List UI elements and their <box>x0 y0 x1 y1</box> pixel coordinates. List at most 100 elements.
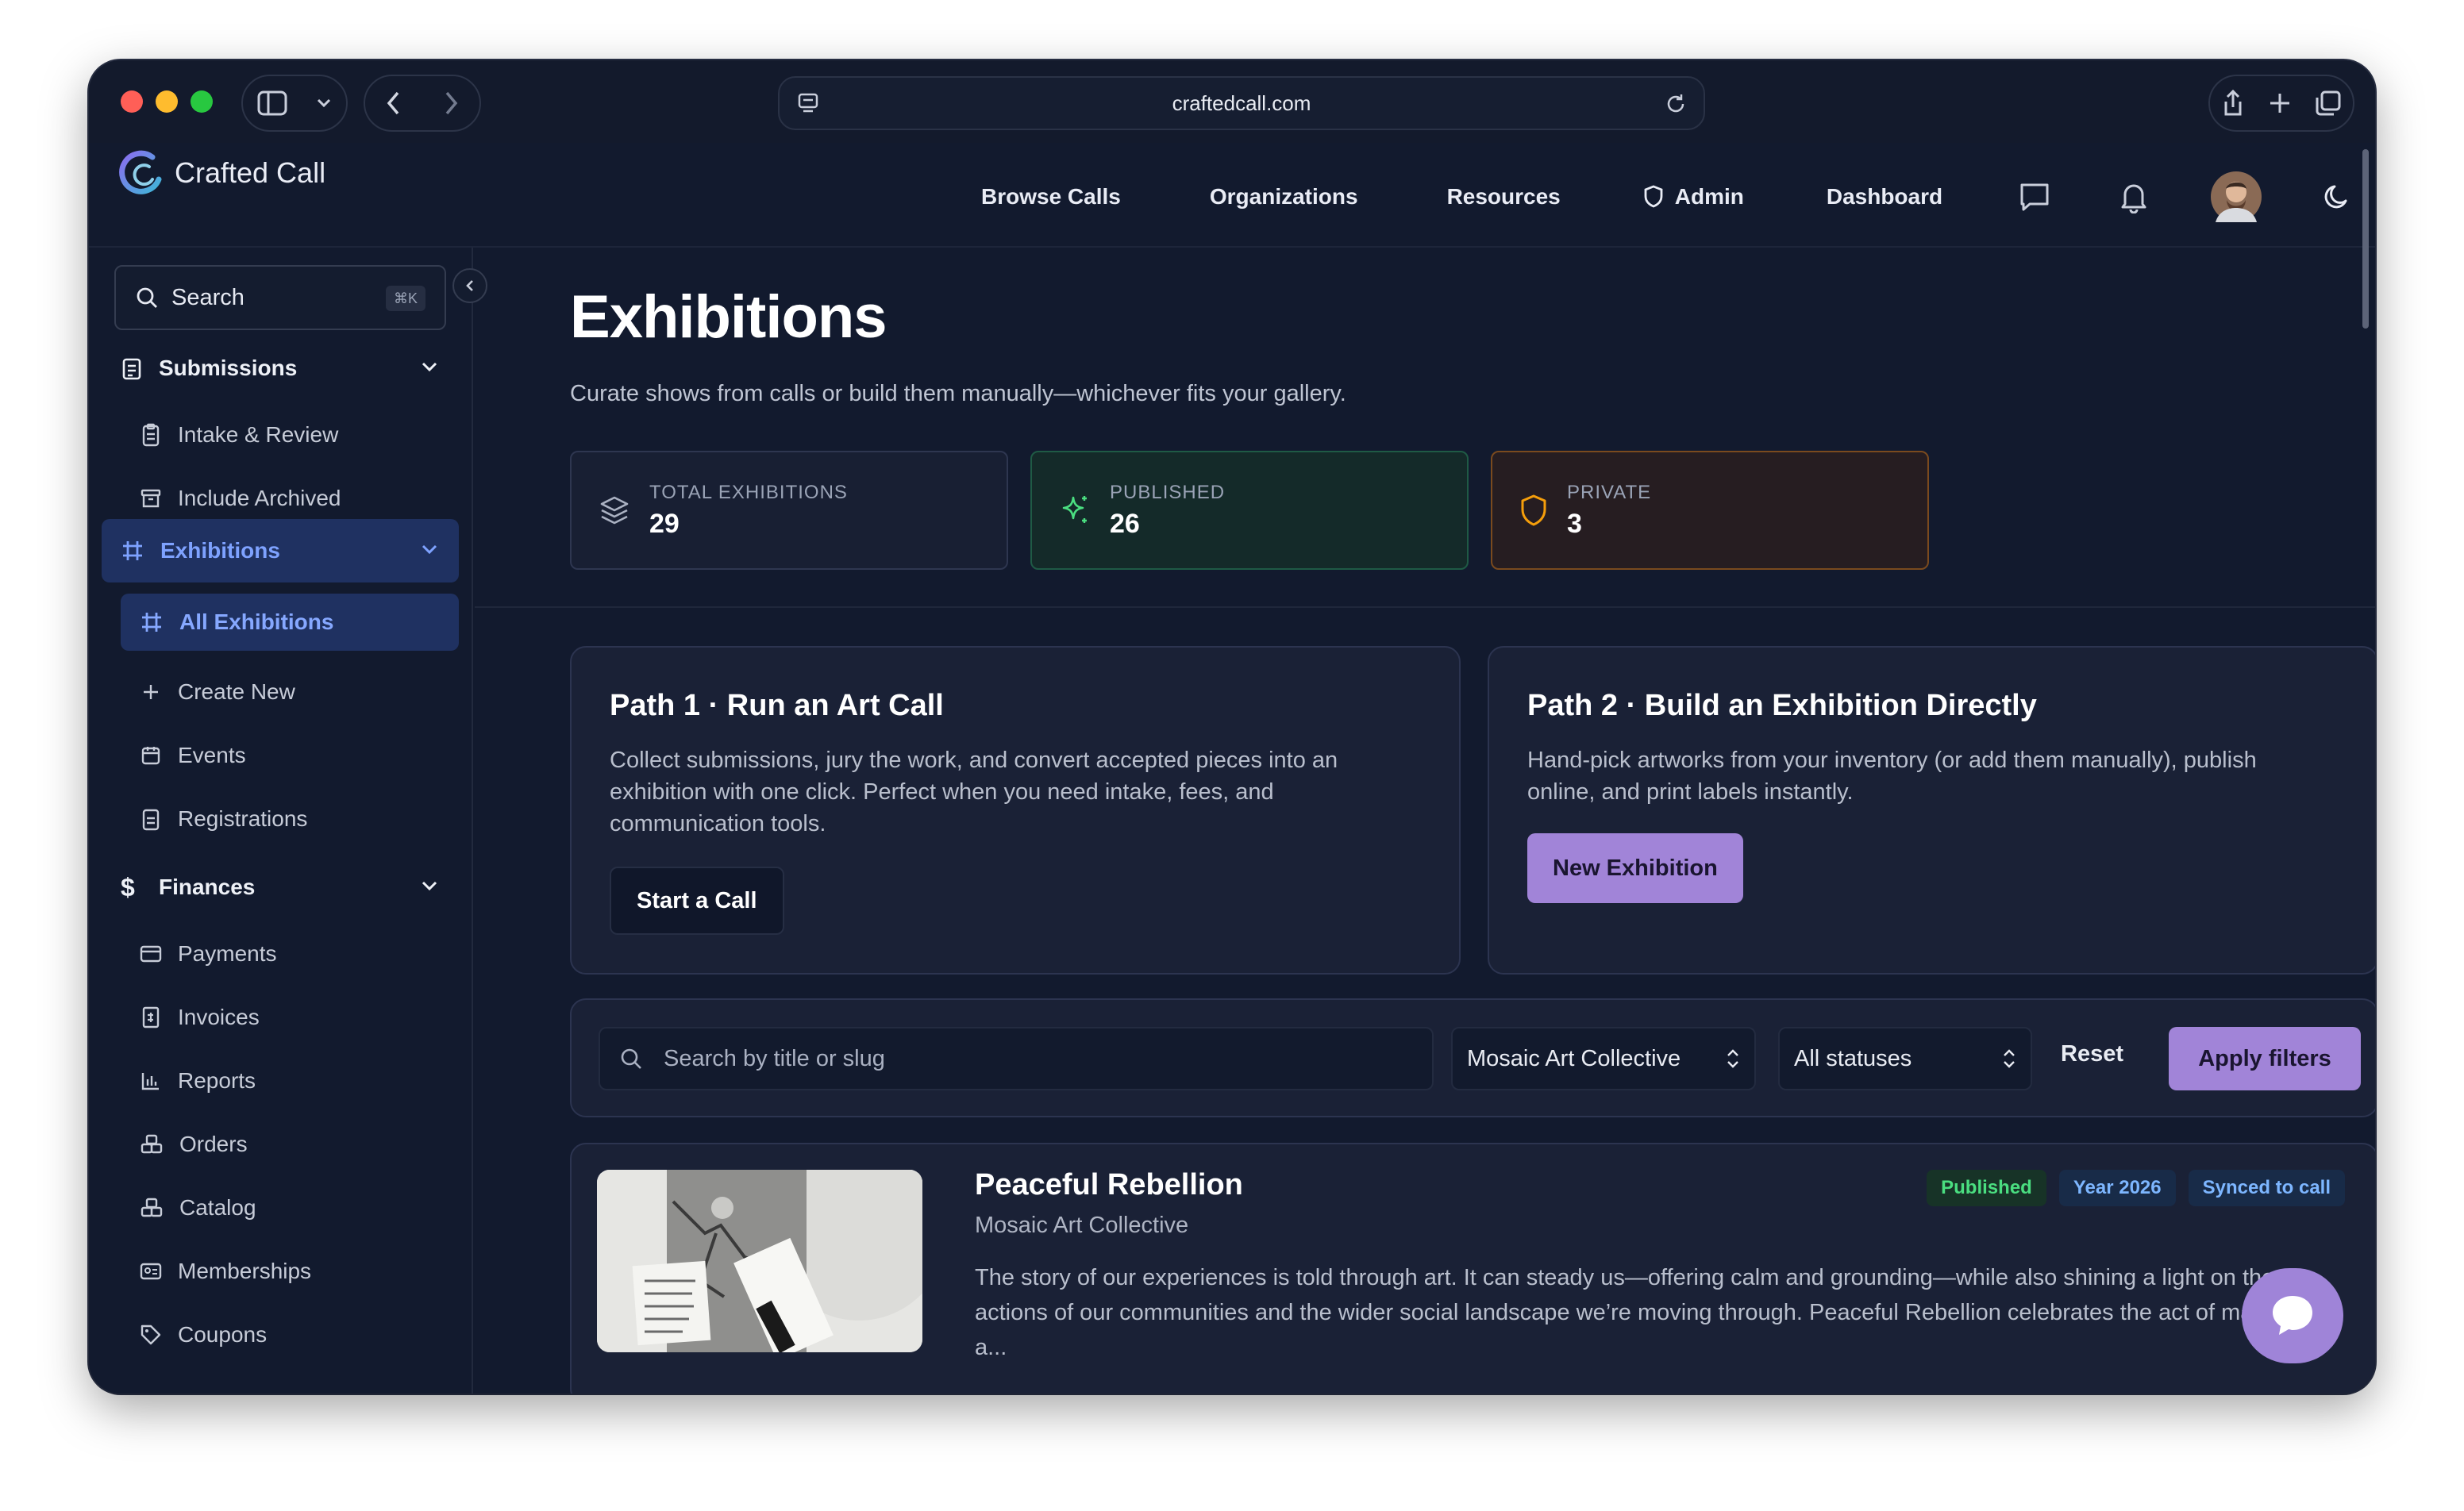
search-input[interactable]: Search by title or slug <box>599 1027 1434 1090</box>
sidebar-item-label: Coupons <box>178 1322 268 1347</box>
chevron-down-icon <box>422 362 437 372</box>
sidebar-group-label: Finances <box>159 875 256 899</box>
chevron-left-icon <box>466 280 473 291</box>
stat-label: PUBLISHED <box>1110 481 1226 503</box>
status-select[interactable]: All statuses <box>1778 1027 2032 1090</box>
nav-browse-calls[interactable]: Browse Calls <box>981 184 1121 210</box>
maximize-window-button[interactable] <box>191 90 213 113</box>
bar-chart-icon <box>141 1073 159 1090</box>
shield-icon <box>1521 494 1546 526</box>
chat-launcher-button[interactable] <box>2242 1268 2343 1363</box>
sidebar-item-label: Registrations <box>178 806 308 831</box>
chat-bubble-icon <box>2273 1296 2312 1335</box>
search-placeholder: Search by title or slug <box>664 1045 885 1071</box>
nav-admin[interactable]: Admin <box>1643 184 1744 210</box>
sidebar-item-catalog[interactable]: Catalog <box>121 1184 256 1232</box>
close-window-button[interactable] <box>121 90 143 113</box>
page-scrollbar[interactable] <box>2362 149 2369 329</box>
select-arrows-icon <box>2004 1049 2015 1068</box>
sidebar-item-registrations[interactable]: Registrations <box>121 795 307 843</box>
page-title: Exhibitions <box>570 283 887 351</box>
exhibition-thumbnail[interactable] <box>597 1170 922 1352</box>
apply-filters-button[interactable]: Apply filters <box>2169 1027 2361 1090</box>
dark-mode-toggle-icon[interactable] <box>2322 182 2352 212</box>
forward-icon[interactable] <box>443 90 459 116</box>
address-bar[interactable]: craftedcall.com <box>778 76 1705 130</box>
new-exhibition-button[interactable]: New Exhibition <box>1527 833 1743 903</box>
sidebar-item-reports[interactable]: Reports <box>121 1057 256 1105</box>
search-icon <box>621 1048 641 1069</box>
back-icon[interactable] <box>386 90 402 116</box>
sidebar-group-label: Exhibitions <box>160 538 280 563</box>
sidebar-item-label: All Exhibitions <box>179 609 334 634</box>
sidebar-item-invoices[interactable]: Invoices <box>121 994 260 1041</box>
select-arrows-icon <box>1727 1049 1738 1068</box>
new-tab-icon[interactable] <box>2268 91 2292 115</box>
sidebar-item-create-new[interactable]: Create New <box>121 668 295 716</box>
sidebar-item-memberships[interactable]: Memberships <box>121 1248 311 1295</box>
exhibition-organization: Mosaic Art Collective <box>975 1213 1189 1238</box>
sidebar-item-include-archived[interactable]: Include Archived <box>121 475 341 522</box>
reload-icon[interactable] <box>1664 92 1688 121</box>
stat-private: PRIVATE 3 <box>1491 451 1929 570</box>
layers-icon <box>600 496 629 525</box>
id-card-icon <box>140 1263 162 1280</box>
exhibition-list-item[interactable]: Peaceful Rebellion Mosaic Art Collective… <box>570 1143 2375 1394</box>
browser-window: craftedcall.com Crafted Call Browse Call… <box>89 60 2375 1394</box>
nav-dashboard[interactable]: Dashboard <box>1827 184 1942 210</box>
sidebar: Search ⌘K Submissions Intake & Review In… <box>89 248 473 1394</box>
status-badge: Published <box>1927 1170 2046 1206</box>
filters-bar: Search by title or slug Mosaic Art Colle… <box>570 998 2375 1117</box>
sidebar-group-submissions[interactable]: Submissions <box>102 344 459 392</box>
sidebar-toggle-button[interactable] <box>241 75 348 132</box>
sidebar-item-all-exhibitions[interactable]: All Exhibitions <box>121 594 459 651</box>
search-icon <box>137 287 157 308</box>
reset-filters-button[interactable]: Reset <box>2061 1041 2123 1067</box>
sidebar-item-events[interactable]: Events <box>121 732 246 779</box>
stat-value: 29 <box>649 508 680 539</box>
plus-icon <box>144 685 158 699</box>
path-card-text: Collect submissions, jury the work, and … <box>610 748 1338 836</box>
sidebar-item-coupons[interactable]: Coupons <box>121 1311 267 1359</box>
start-call-button[interactable]: Start a Call <box>610 867 784 935</box>
stat-label: TOTAL EXHIBITIONS <box>649 481 848 503</box>
path-card-text: Hand-pick artworks from your inventory (… <box>1527 748 2257 805</box>
minimize-window-button[interactable] <box>156 90 178 113</box>
path-card-title: Path 1 · Run an Art Call <box>610 689 944 722</box>
collapse-sidebar-button[interactable] <box>452 268 487 303</box>
nav-organizations[interactable]: Organizations <box>1210 184 1358 210</box>
sidebar-item-intake-review[interactable]: Intake & Review <box>121 411 338 459</box>
page-subtitle: Curate shows from calls or build them ma… <box>570 381 1346 406</box>
brand-logo[interactable]: Crafted Call <box>117 148 325 198</box>
sparkles-icon <box>1062 496 1087 523</box>
share-icon[interactable] <box>2221 89 2245 117</box>
sidebar-item-payments[interactable]: Payments <box>121 930 277 978</box>
path-card-title: Path 2 · Build an Exhibition Directly <box>1527 689 2037 722</box>
browser-toolbar: craftedcall.com <box>89 60 2375 143</box>
exhibition-title[interactable]: Peaceful Rebellion <box>975 1168 1243 1202</box>
organization-select[interactable]: Mosaic Art Collective <box>1451 1027 1756 1090</box>
organization-select-value: Mosaic Art Collective <box>1467 1045 1681 1071</box>
main-nav: Browse Calls Organizations Resources Adm… <box>981 171 2352 222</box>
window-controls <box>121 90 213 113</box>
chevron-down-icon <box>317 98 331 108</box>
sidebar-group-finances[interactable]: $ Finances <box>102 863 459 911</box>
stat-total-exhibitions: TOTAL EXHIBITIONS 29 <box>570 451 1008 570</box>
shield-icon <box>1644 185 1663 208</box>
credit-card-icon <box>140 945 162 963</box>
crafted-call-logo-icon <box>119 150 162 194</box>
sidebar-group-exhibitions[interactable]: Exhibitions <box>102 519 459 582</box>
sidebar-item-orders[interactable]: Orders <box>121 1121 248 1168</box>
clipboard-icon <box>122 358 141 380</box>
messages-icon[interactable] <box>2019 182 2050 212</box>
notifications-bell-icon[interactable] <box>2119 180 2149 213</box>
nav-resources[interactable]: Resources <box>1447 184 1561 210</box>
brand-name: Crafted Call <box>175 156 326 189</box>
sidebar-search[interactable]: Search ⌘K <box>114 265 446 330</box>
user-avatar[interactable] <box>2211 171 2262 222</box>
status-select-value: All statuses <box>1794 1045 1912 1071</box>
tabs-overview-icon[interactable] <box>2315 90 2342 117</box>
page-settings-icon[interactable] <box>797 92 819 121</box>
stat-published: PUBLISHED 26 <box>1030 451 1469 570</box>
hash-frame-icon <box>142 613 161 632</box>
